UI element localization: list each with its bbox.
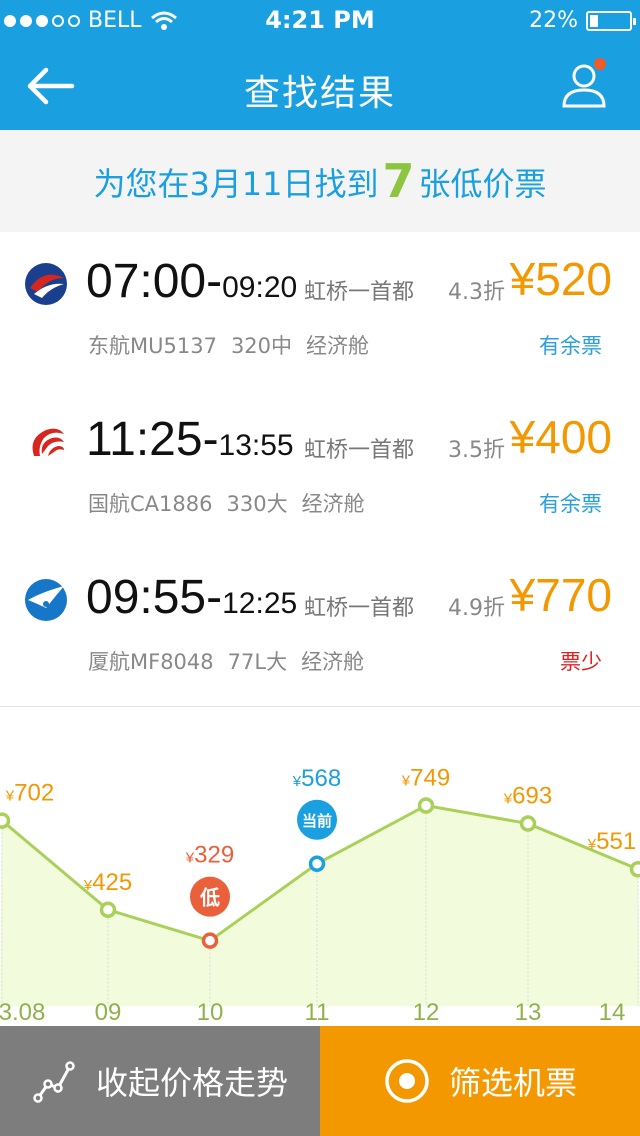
collapse-trend-button[interactable]: 收起价格走势 [0, 1026, 320, 1136]
price-trend-chart: ¥702 3.08 ¥425 09 ¥329 10 ¥568 11 ¥749 12 ¥693 13 ¥5… [0, 706, 640, 1026]
price: ¥520 [509, 253, 612, 305]
route: 虹桥一首都 [304, 280, 415, 305]
departure-time: 09:55 [86, 571, 207, 624]
filter-target-icon [385, 1059, 429, 1103]
data-point [201, 932, 219, 949]
ticket-status: 有余票 [539, 492, 602, 516]
notification-dot [594, 58, 606, 70]
result-count: 7 [382, 154, 415, 208]
price-label: ¥568 [292, 765, 341, 792]
discount: 4.9折 [448, 596, 505, 621]
price-label: ¥551 [587, 828, 636, 855]
flight-details: 东航MU5137 320中 经济舱 [88, 330, 383, 360]
battery-icon [586, 10, 636, 31]
departure-arrival-time: 11:25-13:55 [86, 413, 294, 466]
x-tick-label: 3.08 [0, 999, 45, 1026]
data-point [629, 860, 640, 878]
data-point [99, 901, 117, 919]
flight-details: 国航CA1886 330大 经济舱 [88, 488, 379, 518]
ticket-status: 有余票 [539, 334, 602, 358]
cabin-class: 经济舱 [301, 492, 365, 516]
result-summary: 为您在3月11日找到7 张低价票 [0, 130, 640, 233]
summary-suffix: 张低价票 [418, 165, 547, 203]
x-tick-label: 14 [599, 999, 626, 1026]
collapse-trend-label: 收起价格走势 [95, 1064, 288, 1102]
flight-number: 国航CA1886 [88, 492, 213, 516]
x-tick-label: 11 [305, 999, 330, 1026]
x-tick-label: 10 [197, 999, 224, 1026]
departure-time: 11:25 [86, 413, 203, 466]
arrival-time: 12:25 [222, 587, 298, 620]
status-bar: BELL 4:21 PM 22% [0, 0, 640, 44]
x-tick-label: 12 [413, 999, 440, 1026]
price-label: ¥749 [401, 765, 450, 792]
battery-percent: 22% [529, 8, 578, 33]
price-label: ¥702 [5, 780, 54, 807]
lowest-badge-label: 低 [199, 886, 220, 910]
departure-arrival-time: 07:00-09:20 [86, 255, 298, 308]
route: 虹桥一首都 [304, 596, 415, 621]
bottom-toolbar: 收起价格走势 筛选机票 [0, 1026, 640, 1136]
data-point [0, 812, 11, 829]
x-tick-label: 09 [95, 999, 122, 1026]
discount: 3.5折 [448, 438, 505, 463]
flight-details: 厦航MF8048 77L大 经济舱 [88, 646, 378, 676]
price-label: ¥329 [185, 842, 234, 869]
route: 虹桥一首都 [304, 438, 415, 463]
ticket-status: 票少 [560, 650, 602, 674]
nav-bar: 查找结果 [0, 44, 640, 130]
price: ¥400 [509, 411, 612, 463]
flight-number: 厦航MF8048 [88, 650, 214, 674]
xiamen-airlines-logo-icon [25, 579, 67, 621]
filter-tickets-button[interactable]: 筛选机票 [320, 1026, 640, 1136]
aircraft-type: 320中 [230, 334, 293, 358]
price-trend-svg: ¥702 3.08 ¥425 09 ¥329 10 ¥568 11 ¥749 12 ¥693 13 ¥5… [0, 765, 640, 1026]
aircraft-type: 77L大 [227, 650, 288, 674]
price-label: ¥693 [503, 783, 552, 810]
flight-number: 东航MU5137 [88, 334, 217, 358]
flight-row[interactable]: 07:00-09:20 虹桥一首都 4.3折 ¥520 东航MU5137 320中… [0, 232, 640, 391]
arrival-time: 13:55 [218, 429, 294, 462]
filter-tickets-label: 筛选机票 [448, 1064, 577, 1102]
data-point [519, 815, 537, 832]
current-badge-label: 当前 [302, 812, 332, 830]
trend-line-icon [33, 1061, 75, 1103]
price-label: ¥425 [83, 869, 132, 896]
x-tick-label: 13 [515, 999, 542, 1026]
cabin-class: 经济舱 [306, 334, 370, 358]
departure-time: 07:00 [86, 255, 207, 308]
data-point [308, 855, 326, 873]
departure-arrival-time: 09:55-12:25 [86, 571, 298, 624]
header: BELL 4:21 PM 22% 查找结果 [0, 0, 640, 130]
flight-row[interactable]: 09:55-12:25 虹桥一首都 4.9折 ¥770 厦航MF8048 77L大… [0, 548, 640, 707]
price: ¥770 [509, 569, 612, 621]
china-eastern-logo-icon [25, 263, 67, 305]
cabin-class: 经济舱 [301, 650, 365, 674]
page-title: 查找结果 [243, 73, 396, 114]
user-profile-icon[interactable] [560, 58, 612, 110]
aircraft-type: 330大 [226, 492, 288, 516]
data-point [417, 797, 435, 814]
summary-prefix: 为您在3月11日找到 [93, 165, 379, 203]
arrival-time: 09:20 [222, 271, 298, 304]
flight-row[interactable]: 11:25-13:55 虹桥一首都 3.5折 ¥400 国航CA1886 330大… [0, 390, 640, 549]
discount: 4.3折 [448, 280, 505, 305]
air-china-logo-icon [32, 428, 64, 456]
